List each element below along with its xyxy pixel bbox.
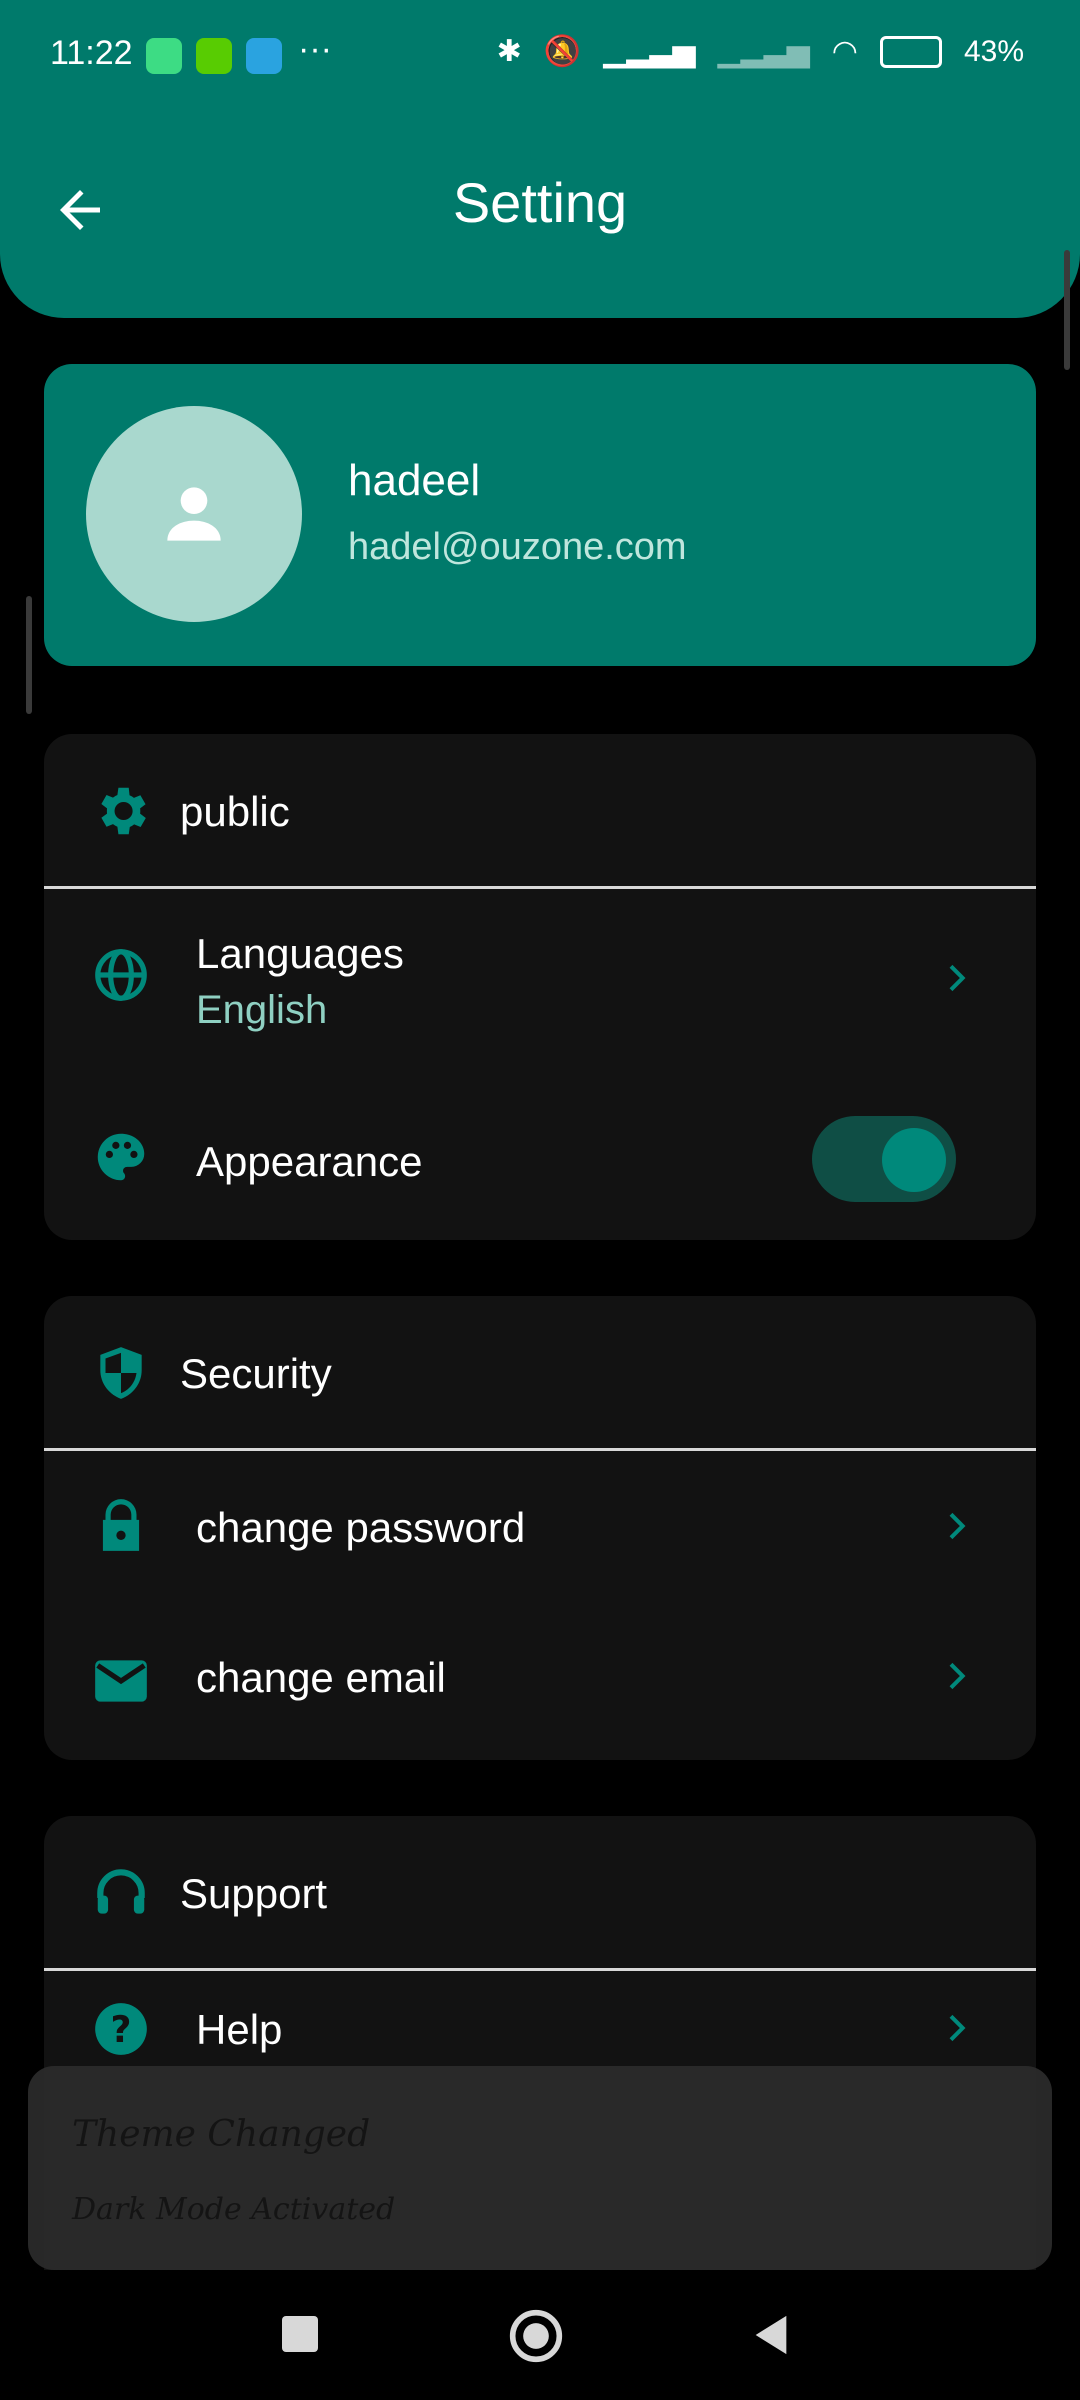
toast-title: Theme Changed	[72, 2114, 371, 2155]
change-password-row[interactable]: change password	[44, 1448, 1036, 1604]
section-header-support: Support	[44, 1816, 1036, 1971]
duolingo-icon	[196, 38, 232, 74]
section-title-security: Security	[180, 1350, 332, 1397]
change-email-row[interactable]: change email	[44, 1604, 1036, 1760]
profile-email: hadel@ouzone.com	[348, 526, 687, 568]
theme-changed-toast: Theme Changed Dark Mode Activated	[28, 2066, 1052, 2270]
battery-percent: 43%	[963, 34, 1024, 68]
signal-icon: ▁▂▃▅	[603, 35, 696, 68]
battery-icon	[879, 35, 942, 68]
page-title: Setting	[452, 171, 628, 234]
help-icon: ?	[95, 2003, 147, 2055]
gear-icon	[101, 787, 146, 835]
appearance-label: Appearance	[196, 1138, 423, 1185]
back-nav-icon[interactable]	[748, 2310, 794, 2360]
mute-icon: 🔕	[543, 35, 582, 68]
status-bar: 11:22 ··· ✱ 🔕 ▁▂▃▅ ▁▂▃▅ ◠ 43%	[0, 0, 1080, 110]
scrollbar[interactable]	[1064, 250, 1070, 370]
languages-value: English	[196, 988, 328, 1032]
shield-icon	[100, 1347, 142, 1399]
chevron-right-icon	[949, 1512, 966, 1540]
section-header-security: Security	[44, 1296, 1036, 1451]
public-section: public Languages English Appearance	[44, 734, 1036, 1240]
lock-icon	[102, 1499, 140, 1551]
home-icon[interactable]	[508, 2308, 564, 2364]
profile-name: hadeel	[348, 456, 481, 505]
section-header-public: public	[44, 734, 1036, 889]
section-title-support: Support	[180, 1870, 328, 1917]
person-icon	[167, 487, 221, 541]
android-icon	[146, 38, 182, 74]
more-icon: ···	[298, 30, 332, 68]
appearance-row: Appearance	[44, 1086, 1036, 1240]
scrollbar-indicator	[26, 596, 32, 714]
languages-label: Languages	[196, 930, 404, 977]
help-label: Help	[196, 2006, 283, 2053]
appearance-toggle[interactable]	[812, 1116, 956, 1202]
avatar	[86, 406, 302, 622]
recents-icon[interactable]	[282, 2316, 318, 2352]
profile-card[interactable]: hadeel hadel@ouzone.com	[44, 364, 1036, 666]
system-nav-bar	[0, 2270, 1080, 2400]
status-time: 11:22	[50, 34, 133, 72]
telegram-icon	[246, 38, 282, 74]
palette-icon	[97, 1133, 145, 1181]
globe-icon	[95, 949, 147, 1001]
section-title-public: public	[180, 788, 290, 835]
headset-icon	[97, 1869, 145, 1914]
chevron-right-icon	[949, 964, 966, 992]
signal-2-icon: ▁▂▃▅	[717, 35, 810, 68]
security-section: Security change password change email	[44, 1296, 1036, 1760]
mail-icon	[95, 1660, 147, 1702]
change-email-label: change email	[196, 1654, 446, 1701]
chevron-right-icon	[949, 1662, 966, 1690]
change-password-label: change password	[196, 1504, 526, 1551]
toast-message: Dark Mode Activated	[72, 2192, 396, 2227]
toggle-knob	[882, 1128, 946, 1192]
languages-row[interactable]: Languages English	[44, 886, 1036, 1086]
chevron-right-icon	[949, 2014, 966, 2042]
svg-text:?: ?	[111, 2008, 132, 2051]
wifi-icon: ◠	[831, 35, 858, 68]
bluetooth-icon: ✱	[496, 35, 522, 68]
